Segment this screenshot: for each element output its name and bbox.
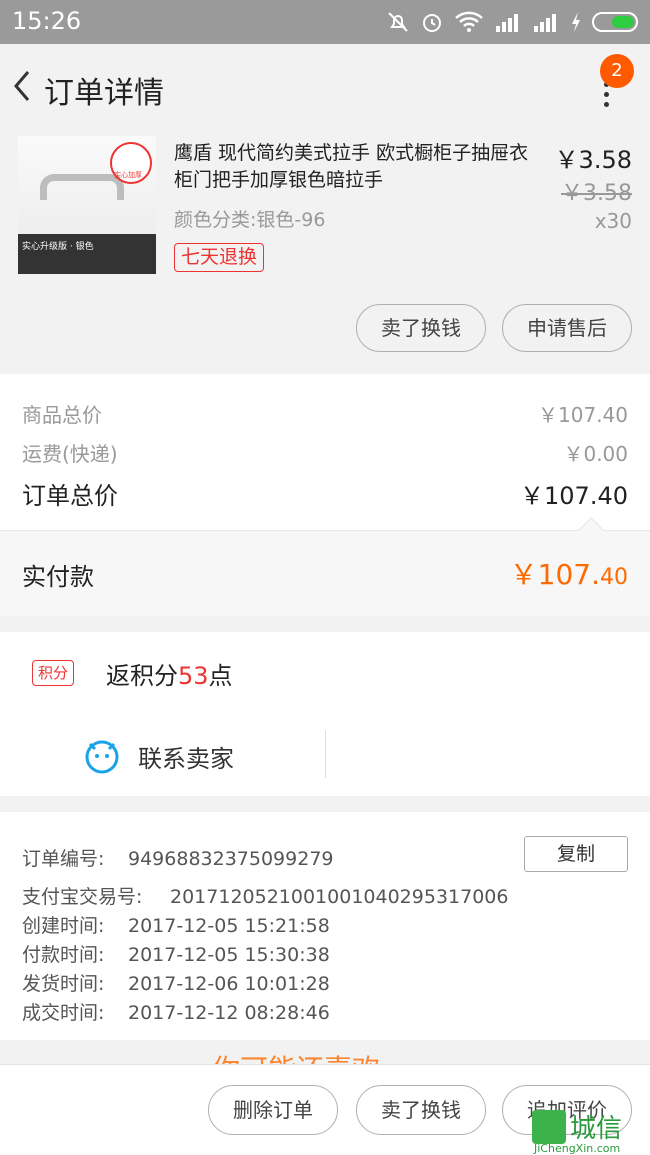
shipping-time-key: 发货时间:	[22, 973, 105, 995]
order-total-label: 订单总价	[22, 482, 118, 510]
items-total-row: 商品总价 ￥107.40	[22, 399, 628, 428]
amount-paid-row: 实付款 ￥107.40	[0, 517, 650, 616]
handle-graphic	[40, 174, 124, 200]
sell-exchange-bottom-button[interactable]: 卖了换钱	[356, 1085, 486, 1135]
alipay-trade-line: 支付宝交易号: 2017120521001001040295317006	[22, 882, 508, 909]
points-text-before: 返积分	[106, 662, 178, 690]
created-time-line: 创建时间: 2017-12-05 15:21:58	[22, 911, 330, 938]
recommend-peek: 你可能还喜欢	[0, 1040, 650, 1066]
order-info: 订单编号: 94968832375099279 复制 支付宝交易号: 2017120…	[0, 812, 650, 1040]
shipping-value: ￥0.00	[563, 442, 628, 466]
alipay-trade-value: 2017120521001001040295317006	[170, 886, 509, 908]
points-number: 53	[178, 662, 209, 690]
payment-time-line: 付款时间: 2017-12-05 15:30:38	[22, 940, 330, 967]
image-label: 实心升级版 · 银色	[22, 242, 94, 252]
site-watermark: 城信 JiChengXin.com	[532, 1108, 648, 1155]
delete-order-button[interactable]: 删除订单	[208, 1085, 338, 1135]
points-text-after: 点	[208, 662, 233, 690]
deal-time-value: 2017-12-12 08:28:46	[128, 1002, 330, 1024]
page-title: 订单详情	[44, 76, 164, 111]
deal-time-line: 成交时间: 2017-12-12 08:28:46	[22, 998, 330, 1025]
app-header: 订单详情	[0, 44, 650, 132]
created-time-value: 2017-12-05 15:21:58	[128, 915, 330, 937]
copy-order-number-button[interactable]: 复制	[524, 836, 628, 872]
shipping-row: 运费(快递) ￥0.00	[22, 438, 628, 467]
order-number-key: 订单编号:	[22, 848, 105, 870]
watermark-cn: 城信	[570, 1114, 623, 1144]
price-summary: 商品总价 ￥107.40 运费(快递) ￥0.00 订单总价 ￥107.40	[0, 374, 650, 530]
status-bar: 15:26	[0, 0, 650, 44]
mute-bell-icon	[388, 12, 408, 32]
signal-icon	[496, 14, 518, 32]
deal-time-key: 成交时间:	[22, 1002, 105, 1024]
amount-paid-label: 实付款	[22, 563, 94, 591]
contact-seller-button[interactable]: 联系卖家	[84, 734, 234, 778]
shipping-time-line: 发货时间: 2017-12-06 10:01:28	[22, 969, 330, 996]
return-policy-tag: 七天退换	[174, 243, 265, 272]
points-section: 积分 返积分53点 联系卖家	[0, 632, 650, 796]
product-card[interactable]: 实心加厚 实心升级版 · 银色 鹰盾 现代简约美式拉手 欧式橱柜子抽屉衣柜门把手…	[0, 132, 650, 374]
alipay-trade-key: 支付宝交易号:	[22, 886, 143, 908]
order-number-line: 订单编号: 94968832375099279	[22, 844, 334, 871]
shipping-label: 运费(快递)	[22, 442, 118, 466]
amount-paid-decimal: 40	[600, 565, 628, 590]
product-name[interactable]: 鹰盾 现代简约美式拉手 欧式橱柜子抽屉衣柜门把手加厚银色暗拉手	[174, 140, 539, 194]
shipping-time-value: 2017-12-06 10:01:28	[128, 973, 330, 995]
image-badge-text: 实心加厚	[114, 171, 142, 179]
battery-icon	[592, 12, 638, 32]
product-price: ￥3.58	[554, 146, 632, 174]
items-total-label: 商品总价	[22, 403, 102, 427]
watermark-en: JiChengXin.com	[534, 1142, 621, 1155]
watermark-logo	[532, 1110, 566, 1144]
amount-paid-main: ￥107.	[509, 558, 600, 591]
status-time: 15:26	[12, 7, 82, 35]
product-quantity: x30	[594, 209, 632, 233]
product-original-price: ￥3.58	[561, 181, 632, 206]
payment-time-key: 付款时间:	[22, 944, 105, 966]
alarm-icon	[423, 14, 441, 32]
chat-face-icon	[85, 740, 119, 774]
points-tag: 积分	[32, 660, 75, 686]
after-sale-button[interactable]: 申请售后	[502, 304, 632, 352]
order-total-value: ￥107.40	[520, 482, 628, 510]
created-time-key: 创建时间:	[22, 915, 105, 937]
points-text: 返积分53点	[106, 656, 233, 691]
notification-badge: 2	[600, 54, 634, 88]
signal-icon-2	[534, 14, 556, 32]
product-sku: 颜色分类:银色-96	[174, 209, 326, 231]
amount-paid-value: ￥107.40	[510, 553, 628, 593]
status-icons	[386, 9, 638, 35]
product-image[interactable]: 实心加厚 实心升级版 · 银色	[18, 136, 156, 274]
items-total-value: ￥107.40	[538, 403, 628, 427]
payment-time-value: 2017-12-05 15:30:38	[128, 944, 330, 966]
order-total-row: 订单总价 ￥107.40	[22, 476, 628, 511]
wifi-icon	[455, 11, 483, 32]
contact-divider	[325, 730, 326, 778]
sell-exchange-button[interactable]: 卖了换钱	[356, 304, 486, 352]
back-arrow-icon[interactable]	[8, 66, 38, 106]
contact-seller-label: 联系卖家	[138, 744, 234, 773]
order-number-value: 94968832375099279	[128, 848, 334, 870]
charging-icon	[572, 12, 580, 32]
